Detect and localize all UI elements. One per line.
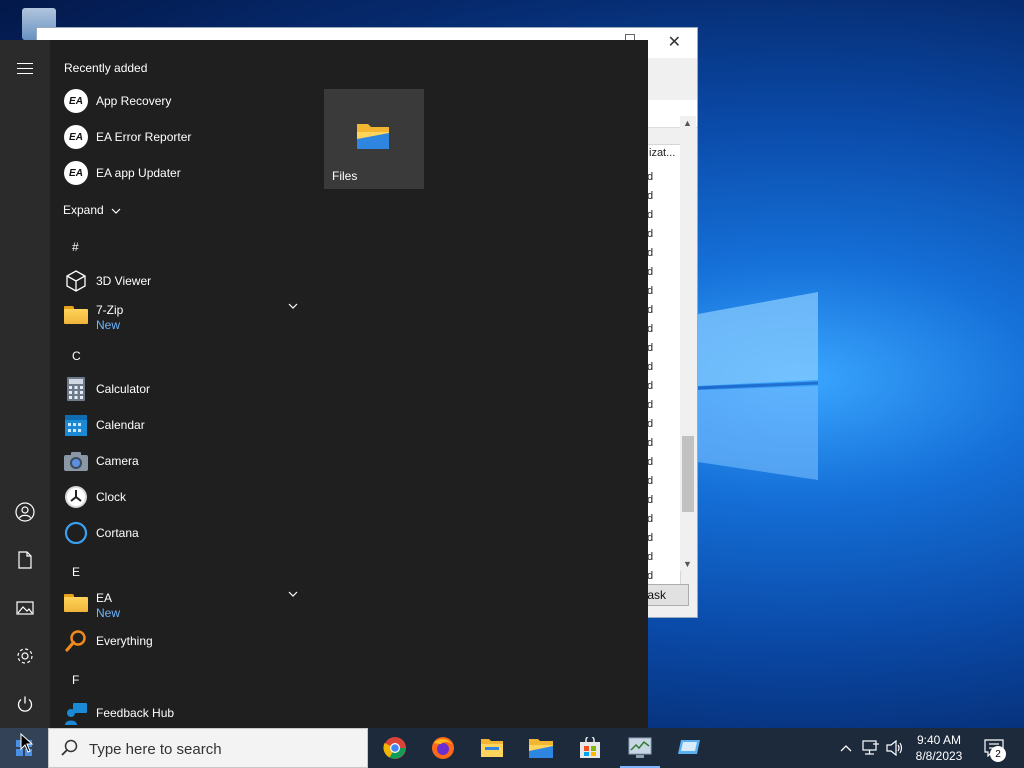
power-icon[interactable] [9, 688, 41, 720]
task-manager-icon[interactable] [616, 728, 664, 768]
app-list: Recently added EA App Recovery EA EA Err… [50, 40, 318, 728]
user-icon[interactable] [9, 496, 41, 528]
show-hidden-icons-chevron-icon[interactable] [838, 728, 854, 768]
search-input[interactable]: Type here to search [89, 741, 222, 758]
remote-desktop-icon[interactable] [665, 728, 713, 768]
chrome-icon[interactable] [371, 728, 419, 768]
notification-count-badge: 2 [990, 746, 1006, 762]
letter-header-f[interactable]: F [72, 673, 79, 687]
new-badge: New [96, 606, 121, 620]
app-item-calendar[interactable]: Calendar [50, 408, 318, 442]
windows-logo-wallpaper [697, 292, 819, 480]
clock-time: 9:40 AM [916, 733, 962, 747]
scroll-up-icon[interactable]: ▲ [683, 118, 692, 128]
app-item-clock[interactable]: Clock [50, 480, 318, 514]
app-item-3d-viewer[interactable]: 3D Viewer [50, 264, 318, 298]
network-icon[interactable] [861, 728, 881, 768]
app-item-ea[interactable]: EA New [50, 586, 318, 620]
files-app-icon[interactable] [517, 728, 565, 768]
calendar-icon [64, 413, 88, 437]
tile-files[interactable]: Files [324, 89, 424, 189]
firefox-icon[interactable] [419, 728, 467, 768]
app-item-everything[interactable]: Everything [50, 624, 318, 658]
file-explorer-icon[interactable] [468, 728, 516, 768]
chevron-down-icon [111, 208, 121, 214]
mouse-cursor-icon [20, 733, 34, 753]
start-rail [0, 40, 50, 728]
system-clock[interactable]: 9:40 AM 8/8/2023 [908, 732, 970, 764]
pictures-icon[interactable] [9, 592, 41, 624]
app-item-7-zip[interactable]: 7-Zip New [50, 298, 318, 332]
feedback-icon [64, 701, 88, 725]
search-icon [61, 739, 78, 756]
chevron-down-icon[interactable] [288, 303, 298, 309]
ea-icon: EA [64, 125, 88, 149]
clock-date: 8/8/2023 [915, 749, 963, 763]
scrollbar-thumb[interactable] [682, 436, 694, 512]
app-item-cortana[interactable]: Cortana [50, 516, 318, 550]
settings-icon[interactable] [9, 640, 41, 672]
store-icon[interactable] [566, 728, 614, 768]
scrollbar[interactable]: ▲ ▼ [680, 116, 696, 571]
menu-icon[interactable] [9, 52, 41, 84]
letter-header-c[interactable]: C [72, 349, 81, 363]
app-item-app-recovery[interactable]: EA App Recovery [50, 84, 318, 118]
scroll-down-icon[interactable]: ▼ [683, 559, 692, 569]
calculator-icon [64, 377, 88, 401]
letter-header-hash[interactable]: # [72, 240, 79, 254]
taskbar: Type here to search 9:40 AM 8/8/2023 [0, 728, 1024, 768]
document-icon[interactable] [9, 544, 41, 576]
folder-icon [64, 303, 88, 327]
ea-icon: EA [64, 161, 88, 185]
app-item-ea-error-reporter[interactable]: EA EA Error Reporter [50, 120, 318, 154]
volume-icon[interactable] [885, 728, 905, 768]
app-item-feedback-hub[interactable]: Feedback Hub [50, 696, 318, 728]
cube-icon [64, 269, 88, 293]
camera-icon [64, 449, 88, 473]
folder-icon [356, 121, 390, 154]
new-badge: New [96, 318, 121, 332]
chevron-down-icon[interactable] [288, 591, 298, 597]
expand-button[interactable]: Expand [63, 203, 121, 217]
app-item-calculator[interactable]: Calculator [50, 372, 318, 406]
clock-icon [64, 485, 88, 509]
folder-icon [64, 591, 88, 615]
close-icon[interactable]: ✕ [668, 32, 681, 52]
letter-header-e[interactable]: E [72, 565, 80, 579]
start-menu: Recently added EA App Recovery EA EA Err… [0, 40, 648, 728]
recently-added-heading: Recently added [64, 61, 148, 75]
cortana-icon [64, 521, 88, 545]
app-item-ea-app-updater[interactable]: EA EA app Updater [50, 156, 318, 190]
column-header[interactable]: izat... [649, 147, 675, 159]
search-box[interactable]: Type here to search [48, 728, 368, 768]
ea-icon: EA [64, 89, 88, 113]
magnifier-icon [64, 629, 88, 653]
app-item-camera[interactable]: Camera [50, 444, 318, 478]
